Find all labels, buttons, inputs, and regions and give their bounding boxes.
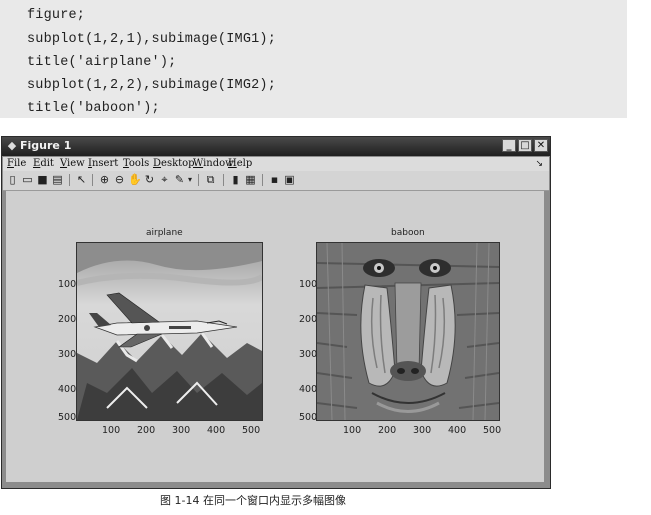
code-line: subplot(1,2,2),subimage(IMG2); [27, 78, 277, 93]
y-tick-label: 500 [299, 412, 318, 423]
code-line: subplot(1,2,1),subimage(IMG1); [27, 32, 277, 47]
minimize-button[interactable]: _ [502, 139, 516, 152]
menu-edit[interactable]: Edit [33, 158, 54, 169]
toolbar-separator [198, 174, 199, 186]
rotate-3d-icon[interactable]: ↻ [143, 173, 156, 186]
brush-icon[interactable]: ✎ [173, 173, 186, 186]
x-tick-label: 400 [448, 425, 467, 436]
menu-view[interactable]: View [60, 158, 85, 169]
toolbar-separator [262, 174, 263, 186]
y-tick-label: 300 [299, 349, 318, 360]
y-tick-label: 200 [299, 314, 318, 325]
toolbar-separator [69, 174, 70, 186]
x-tick-label: 200 [378, 425, 397, 436]
menu-insert[interactable]: Insert [88, 158, 118, 169]
new-figure-icon[interactable]: ▯ [6, 173, 19, 186]
arrow-pointer-icon[interactable]: ↖ [75, 173, 88, 186]
code-line: figure; [27, 8, 86, 23]
show-plot-tools-icon[interactable]: ▣ [283, 173, 296, 186]
subplot-title-baboon: baboon [391, 228, 425, 238]
menu-desktop[interactable]: Desktop [153, 158, 195, 169]
data-cursor-icon[interactable]: ⌖ [158, 173, 171, 186]
window-title: Figure 1 [20, 139, 72, 152]
x-tick-label: 500 [483, 425, 502, 436]
y-tick-label: 100 [58, 279, 77, 290]
matlab-figure-icon: ◆ [7, 140, 17, 152]
x-tick-label: 500 [242, 425, 261, 436]
baboon-image [317, 243, 499, 420]
y-tick-label: 100 [299, 279, 318, 290]
code-snippet: figure; subplot(1,2,1),subimage(IMG1); t… [0, 0, 627, 118]
menu-bar: File Edit View Insert Tools Desktop Wind… [3, 157, 549, 171]
x-tick-label: 100 [343, 425, 362, 436]
subplot-title-airplane: airplane [146, 228, 183, 238]
hide-plot-tools-icon[interactable]: ▪ [268, 173, 281, 186]
link-plot-icon[interactable]: ⧉ [204, 173, 217, 186]
brush-dropdown-icon[interactable]: ▾ [186, 173, 194, 186]
maximize-button[interactable]: □ [518, 139, 532, 152]
save-icon[interactable]: ■ [36, 173, 49, 186]
y-tick-label: 500 [58, 412, 77, 423]
x-tick-label: 300 [413, 425, 432, 436]
figure-canvas: airplane 100 200 300 400 500 100 200 300… [6, 191, 544, 482]
x-tick-label: 400 [207, 425, 226, 436]
legend-icon[interactable]: ▦ [244, 173, 257, 186]
title-bar[interactable]: ◆ Figure 1 _ □ ✕ [2, 137, 550, 156]
code-line: title('baboon'); [27, 101, 160, 116]
toolbar-separator [223, 174, 224, 186]
menu-tools[interactable]: Tools [123, 158, 149, 169]
x-tick-label: 300 [172, 425, 191, 436]
axes-baboon[interactable] [316, 242, 500, 421]
airplane-image [77, 243, 262, 420]
close-button[interactable]: ✕ [534, 139, 548, 152]
x-tick-label: 100 [102, 425, 121, 436]
zoom-in-icon[interactable]: ⊕ [98, 173, 111, 186]
code-line: title('airplane'); [27, 55, 177, 70]
menu-overflow-icon[interactable]: ↘ [535, 158, 543, 169]
y-tick-label: 400 [58, 384, 77, 395]
toolbar-separator [92, 174, 93, 186]
y-tick-label: 300 [58, 349, 77, 360]
menu-help[interactable]: Help [228, 158, 252, 169]
figure-caption: 图 1-14 在同一个窗口内显示多幅图像 [160, 494, 346, 507]
pan-icon[interactable]: ✋ [128, 173, 142, 186]
zoom-out-icon[interactable]: ⊖ [113, 173, 126, 186]
x-tick-label: 200 [137, 425, 156, 436]
y-tick-label: 200 [58, 314, 77, 325]
print-icon[interactable]: ▤ [51, 173, 64, 186]
colorbar-icon[interactable]: ▮ [229, 173, 242, 186]
figure-window: ◆ Figure 1 _ □ ✕ File Edit View Insert T… [1, 136, 551, 489]
open-icon[interactable]: ▭ [21, 173, 34, 186]
toolbar: ▯ ▭ ■ ▤ ↖ ⊕ ⊖ ✋ ↻ ⌖ ✎ ▾ ⧉ ▮ ▦ ▪ ▣ [3, 171, 549, 191]
y-tick-label: 400 [299, 384, 318, 395]
menu-file[interactable]: File [7, 158, 26, 169]
axes-airplane[interactable] [76, 242, 263, 421]
